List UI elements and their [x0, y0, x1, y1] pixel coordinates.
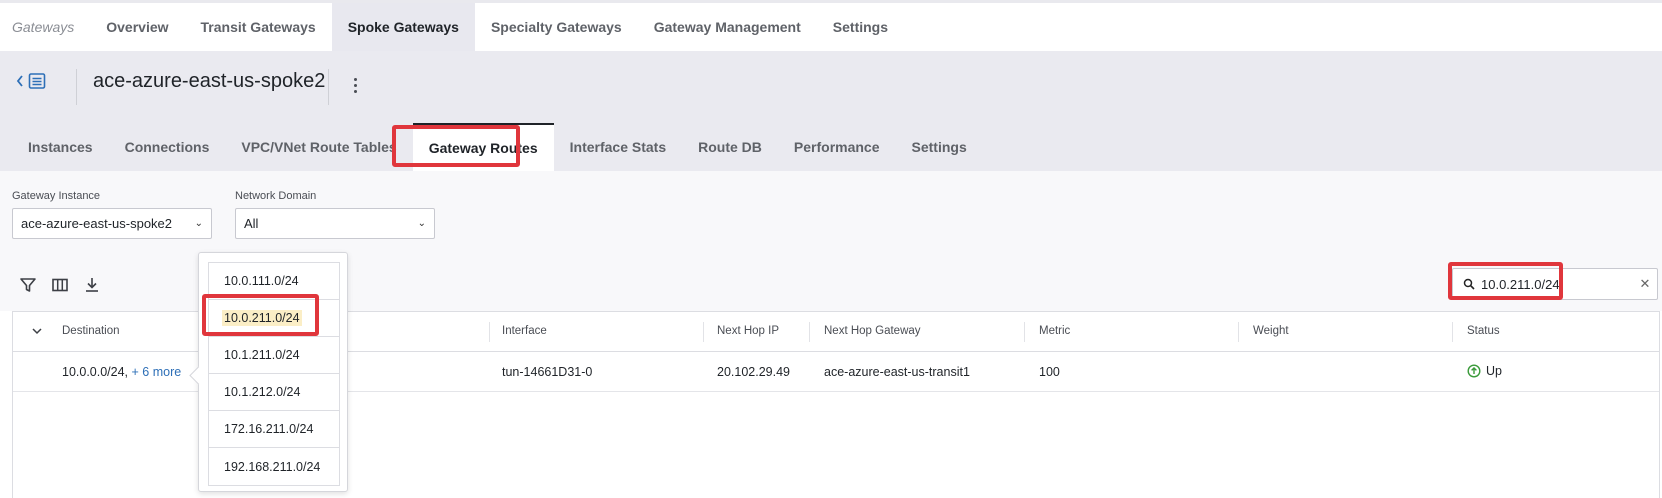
column-divider: [1024, 322, 1025, 342]
top-nav: Gateways Overview Transit Gateways Spoke…: [0, 0, 1662, 51]
list-item: 192.168.211.0/24: [224, 459, 321, 474]
column-divider: [703, 322, 704, 342]
page-title: ace-azure-east-us-spoke2: [93, 70, 326, 92]
column-header-status[interactable]: Status: [1467, 325, 1500, 337]
highlighted-match: 10.0.211.0/24: [222, 310, 302, 326]
tab-instances[interactable]: Instances: [12, 123, 109, 171]
column-header-interface[interactable]: Interface: [502, 325, 547, 337]
column-divider: [489, 322, 490, 342]
gateway-instance-select[interactable]: ace-azure-east-us-spoke2 ⌄: [12, 208, 212, 239]
columns-icon[interactable]: [51, 276, 69, 294]
list-item: 10.1.211.0/24: [209, 337, 339, 374]
status-cell: Up: [1467, 364, 1502, 378]
column-header-next-hop-ip[interactable]: Next Hop IP: [717, 325, 779, 337]
chevron-down-icon: ⌄: [417, 218, 426, 229]
gateway-instance-label: Gateway Instance: [12, 190, 101, 202]
tab-route-db[interactable]: Route DB: [682, 123, 778, 171]
search-input[interactable]: 10.0.211.0/24 ✕: [1452, 268, 1658, 300]
divider: [76, 69, 77, 105]
tab-vpc-vnet-route-tables[interactable]: VPC/VNet Route Tables: [225, 123, 412, 171]
list-item: 10.0.111.0/24: [209, 263, 339, 300]
destination-cell: 10.0.0.0/24, + 6 more: [62, 365, 181, 379]
filter-icon[interactable]: [19, 276, 37, 294]
tab-gateway-routes[interactable]: Gateway Routes: [412, 123, 554, 171]
nav-tab-settings[interactable]: Settings: [817, 3, 904, 51]
tab-performance[interactable]: Performance: [778, 123, 896, 171]
chevron-left-icon: [16, 75, 23, 87]
tab-settings[interactable]: Settings: [896, 123, 983, 171]
nav-tab-transit-gateways[interactable]: Transit Gateways: [185, 3, 332, 51]
column-header-weight[interactable]: Weight: [1253, 325, 1289, 337]
expand-all-chevron-icon[interactable]: [32, 327, 42, 335]
tab-connections[interactable]: Connections: [109, 123, 226, 171]
nav-tab-gateway-management[interactable]: Gateway Management: [638, 3, 817, 51]
status-up-icon: [1467, 364, 1481, 378]
nav-tab-spoke-gateways[interactable]: Spoke Gateways: [331, 3, 475, 51]
divider: [328, 69, 329, 105]
destination-value: 10.0.0.0/24,: [62, 365, 129, 379]
network-domain-select[interactable]: All ⌄: [235, 208, 435, 239]
clear-search-icon[interactable]: ✕: [1633, 276, 1657, 292]
gateway-instance-filter: Gateway Instance ace-azure-east-us-spoke…: [12, 190, 212, 239]
list-item: 172.16.211.0/24: [209, 411, 339, 448]
download-icon[interactable]: [83, 276, 101, 294]
more-options-icon[interactable]: [348, 73, 362, 97]
interface-cell: tun-14661D31-0: [502, 365, 593, 379]
next-hop-gateway-cell: ace-azure-east-us-transit1: [824, 365, 970, 379]
status-text: Up: [1486, 364, 1502, 378]
search-value: 10.0.211.0/24: [1481, 276, 1560, 292]
destinations-popover: 10.0.111.0/24 10.0.211.0/24 10.1.211.0/2…: [198, 252, 348, 492]
column-header-next-hop-gateway[interactable]: Next Hop Gateway: [824, 325, 921, 337]
search-icon: [1463, 278, 1475, 290]
list-icon: [28, 73, 46, 89]
column-divider: [1452, 322, 1453, 342]
gateway-subtabs: Instances Connections VPC/VNet Route Tab…: [12, 123, 983, 171]
column-header-metric[interactable]: Metric: [1039, 325, 1070, 337]
metric-cell: 100: [1039, 365, 1060, 379]
network-domain-label: Network Domain: [235, 190, 317, 202]
filter-bar: Gateway Instance ace-azure-east-us-spoke…: [0, 171, 1662, 251]
back-button[interactable]: [16, 73, 46, 89]
next-hop-ip-cell: 20.102.29.49: [717, 365, 790, 379]
network-domain-filter: Network Domain All ⌄: [235, 190, 435, 239]
column-divider: [1238, 322, 1239, 342]
gateway-header: ace-azure-east-us-spoke2 Instances Conne…: [0, 51, 1662, 171]
nav-tab-overview[interactable]: Overview: [90, 3, 184, 51]
list-item: 10.1.212.0/24: [209, 374, 339, 411]
column-header-destination[interactable]: Destination: [62, 325, 120, 337]
tab-interface-stats[interactable]: Interface Stats: [554, 123, 682, 171]
list-item: 10.0.211.0/24: [209, 300, 339, 337]
chevron-down-icon: ⌄: [194, 218, 203, 229]
gateway-instance-value: ace-azure-east-us-spoke2: [21, 216, 173, 231]
column-divider: [809, 322, 810, 342]
destinations-list: 10.0.111.0/24 10.0.211.0/24 10.1.211.0/2…: [208, 262, 340, 486]
network-domain-value: All: [244, 216, 259, 231]
nav-tab-specialty-gateways[interactable]: Specialty Gateways: [475, 3, 638, 51]
breadcrumb-gateways[interactable]: Gateways: [0, 3, 90, 51]
more-destinations-link[interactable]: + 6 more: [132, 365, 182, 379]
